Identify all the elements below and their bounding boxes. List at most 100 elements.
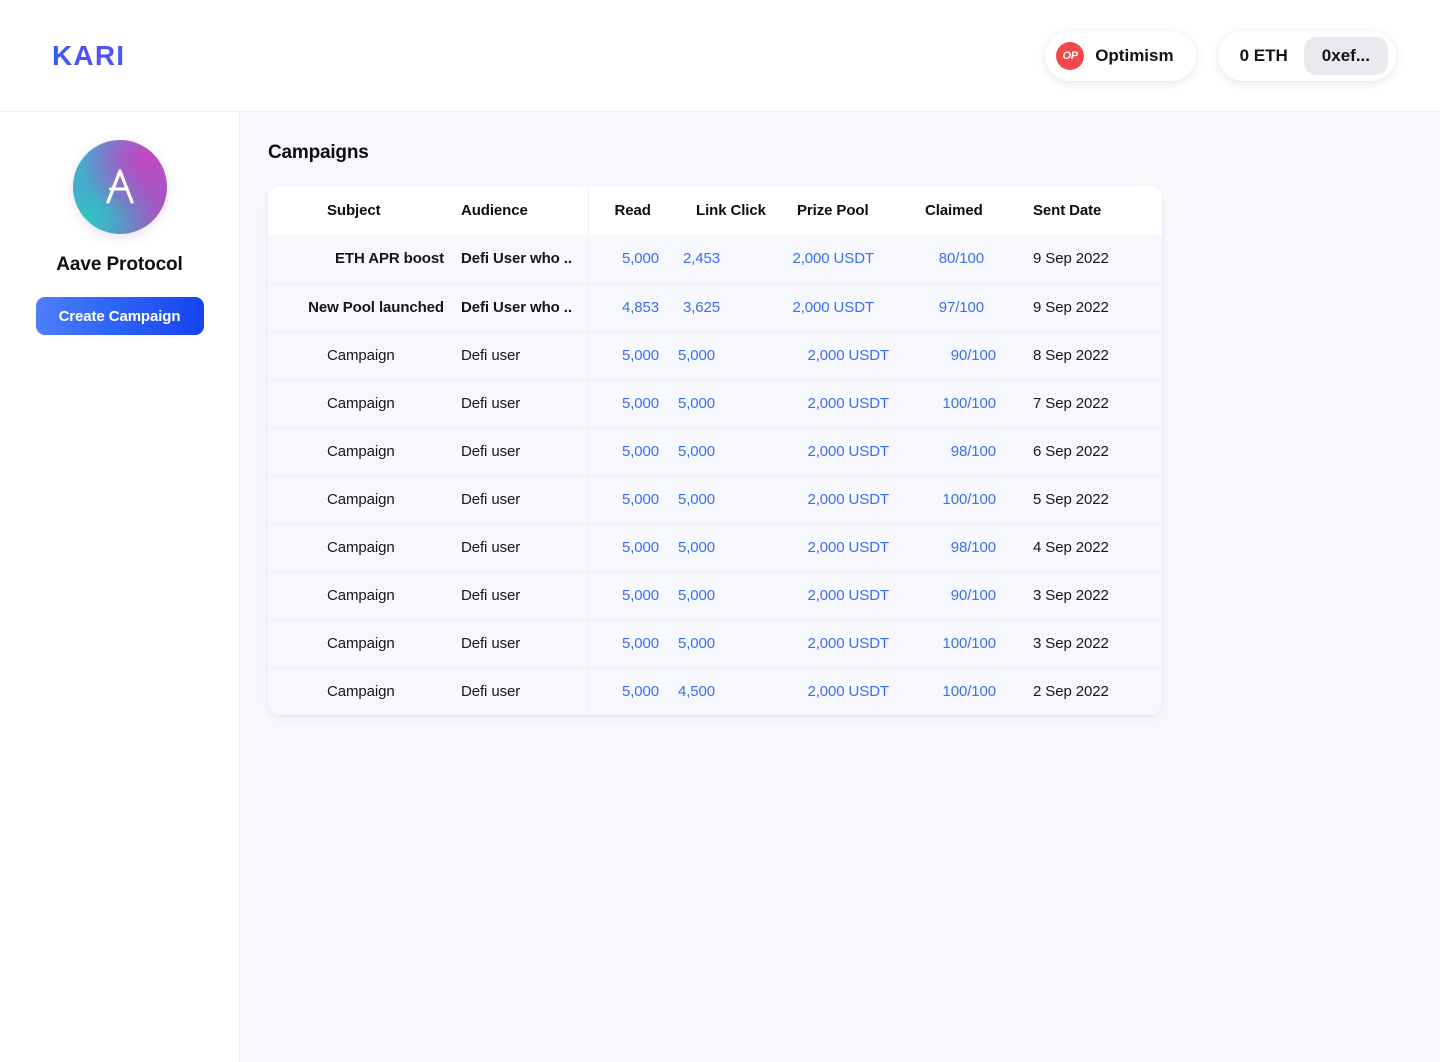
table-row[interactable]: Campaign Defi user 5,000 5,000 2,000 USDT 98/… <box>268 522 1162 571</box>
table-row[interactable]: Campaign Defi user 5,000 5,000 2,000 USDT 100… <box>268 378 1162 427</box>
cell-read: 5,000 <box>588 666 678 715</box>
cell-subject: Campaign <box>268 522 458 571</box>
cell-claimed: 100/100 <box>908 378 1013 427</box>
cell-claimed: 100/100 <box>908 666 1013 715</box>
wallet-balance-label: 0 ETH <box>1239 45 1288 65</box>
page-title: Campaigns <box>268 142 369 163</box>
cell-read: 5,000 <box>588 378 678 427</box>
cell-link-click: 5,000 <box>678 474 778 523</box>
cell-audience: Defi user <box>458 618 589 667</box>
cell-sent-date: 3 Sep 2022 <box>1013 570 1162 619</box>
table-row[interactable]: Campaign Defi user 5,000 5,000 2,000 USDT 98/… <box>268 426 1162 475</box>
cell-sent-date: 6 Sep 2022 <box>1013 426 1162 475</box>
cell-subject: Campaign <box>268 618 458 667</box>
cell-read: 5,000 <box>588 618 678 667</box>
cell-sent-date: 9 Sep 2022 <box>1013 282 1162 331</box>
cell-audience: Defi User who .. <box>458 282 589 331</box>
column-header-prize-pool[interactable]: Prize Pool <box>778 186 908 235</box>
optimism-icon: OP <box>1056 41 1085 70</box>
cell-sent-date: 4 Sep 2022 <box>1013 522 1162 571</box>
column-header-read[interactable]: Read <box>588 186 678 235</box>
wallet-info[interactable]: 0 ETH 0xef... <box>1217 30 1396 81</box>
chain-name-label: Optimism <box>1095 45 1174 65</box>
cell-prize-pool: 2,000 USDT <box>778 474 908 523</box>
column-header-subject[interactable]: Subject <box>268 186 458 235</box>
column-header-claimed[interactable]: Claimed <box>908 186 1013 235</box>
cell-read: 4,853 <box>588 282 678 331</box>
cell-link-click: 3,625 <box>678 282 778 331</box>
wallet-address-button[interactable]: 0xef... <box>1303 36 1388 75</box>
cell-sent-date: 9 Sep 2022 <box>1033 250 1109 268</box>
cell-claimed: 98/100 <box>908 426 1013 475</box>
column-header-sent-date[interactable]: Sent Date <box>1013 186 1162 235</box>
cell-audience: Defi user <box>458 474 589 523</box>
cell-sent-date: 8 Sep 2022 <box>1013 330 1162 379</box>
table-header: Subject Audience Read Link Click Prize P… <box>268 186 1162 235</box>
page-layout: Aave Protocol Create Campaign Campaigns … <box>0 112 1440 1062</box>
cell-subject: Campaign <box>268 330 458 379</box>
cell-read: 5,000 <box>588 426 678 475</box>
cell-audience: Defi user <box>458 666 589 715</box>
campaigns-table: Subject Audience Read Link Click Prize P… <box>268 186 1162 715</box>
cell-subject: New Pool launched <box>268 282 458 331</box>
chain-selector[interactable]: OP Optimism <box>1045 30 1196 81</box>
cell-claimed: 90/100 <box>908 330 1013 379</box>
cell-audience: Defi user <box>458 426 589 475</box>
table-row[interactable]: ETH APR boost Defi User who .. 5,000 2,453 2… <box>268 235 1162 283</box>
cell-link-click: 5,000 <box>678 522 778 571</box>
cell-audience: Defi user <box>458 522 589 571</box>
table-row[interactable]: Campaign Defi user 5,000 5,000 2,000 USDT 100… <box>268 474 1162 523</box>
cell-prize-pool: 2,000 USDT <box>778 426 908 475</box>
sidebar: Aave Protocol Create Campaign <box>0 112 240 1062</box>
cell-claimed: 97/100 <box>908 282 1013 331</box>
cell-link-click: 2,453 <box>682 250 720 268</box>
main-content: Campaigns Subject Audience Read Link Cli… <box>240 112 1440 1062</box>
cell-prize-pool: 2,000 USDT <box>778 618 908 667</box>
nav-right-group: OP Optimism 0 ETH 0xef... <box>1045 30 1396 81</box>
cell-link-click: 5,000 <box>678 378 778 427</box>
create-campaign-button[interactable]: Create Campaign <box>35 297 204 335</box>
cell-link-click: 5,000 <box>678 570 778 619</box>
cell-sent-date: 5 Sep 2022 <box>1013 474 1162 523</box>
cell-subject: Campaign <box>268 378 458 427</box>
top-navigation-bar: KARI OP Optimism 0 ETH 0xef... <box>0 0 1440 112</box>
cell-prize-pool: 2,000 USDT <box>778 282 908 331</box>
aave-logo-icon <box>72 140 167 234</box>
cell-link-click: 5,000 <box>678 618 778 667</box>
cell-subject: Campaign <box>268 426 458 475</box>
cell-read: 5,000 <box>621 250 659 268</box>
campaigns-table-card: Subject Audience Read Link Click Prize P… <box>268 186 1162 715</box>
cell-claimed: 100/100 <box>908 474 1013 523</box>
cell-link-click: 4,500 <box>678 666 778 715</box>
cell-claimed: 98/100 <box>908 522 1013 571</box>
cell-audience: Defi user <box>458 570 589 619</box>
cell-subject: Campaign <box>268 570 458 619</box>
cell-sent-date: 7 Sep 2022 <box>1013 378 1162 427</box>
cell-link-click: 5,000 <box>678 426 778 475</box>
cell-prize-pool: 2,000 USDT <box>778 570 908 619</box>
cell-read: 5,000 <box>588 522 678 571</box>
table-row[interactable]: Campaign Defi user 5,000 5,000 2,000 USDT 90/… <box>268 570 1162 619</box>
cell-sent-date: 3 Sep 2022 <box>1013 618 1162 667</box>
cell-audience: Defi user <box>458 330 589 379</box>
cell-subject: Campaign <box>268 474 458 523</box>
cell-prize-pool: 2,000 USDT <box>778 522 908 571</box>
column-header-link-click[interactable]: Link Click <box>678 186 778 235</box>
cell-audience: Defi User who .. <box>458 235 589 283</box>
cell-link-click: 5,000 <box>678 330 778 379</box>
table-header-row: Subject Audience Read Link Click Prize P… <box>268 186 1162 235</box>
table-row[interactable]: Campaign Defi user 5,000 5,000 2,000 USDT 90/… <box>268 330 1162 379</box>
organization-name: Aave Protocol <box>56 254 183 275</box>
table-row[interactable]: Campaign Defi user 5,000 4,500 2,000 USDT 100… <box>268 666 1162 715</box>
cell-read: 5,000 <box>588 570 678 619</box>
app-logo-kari[interactable]: KARI <box>52 40 125 72</box>
cell-sent-date: 2 Sep 2022 <box>1013 666 1162 715</box>
cell-audience: Defi user <box>458 378 589 427</box>
table-body: ETH APR boost Defi User who .. 5,000 2,453 2… <box>268 235 1162 715</box>
cell-read: 5,000 <box>588 330 678 379</box>
cell-claimed: 90/100 <box>908 570 1013 619</box>
column-header-audience[interactable]: Audience <box>458 186 589 235</box>
cell-claimed: 80/100 <box>938 250 984 268</box>
table-row[interactable]: New Pool launched Defi User who .. 4,853 3,… <box>268 282 1162 331</box>
table-row[interactable]: Campaign Defi user 5,000 5,000 2,000 USDT 100… <box>268 618 1162 667</box>
